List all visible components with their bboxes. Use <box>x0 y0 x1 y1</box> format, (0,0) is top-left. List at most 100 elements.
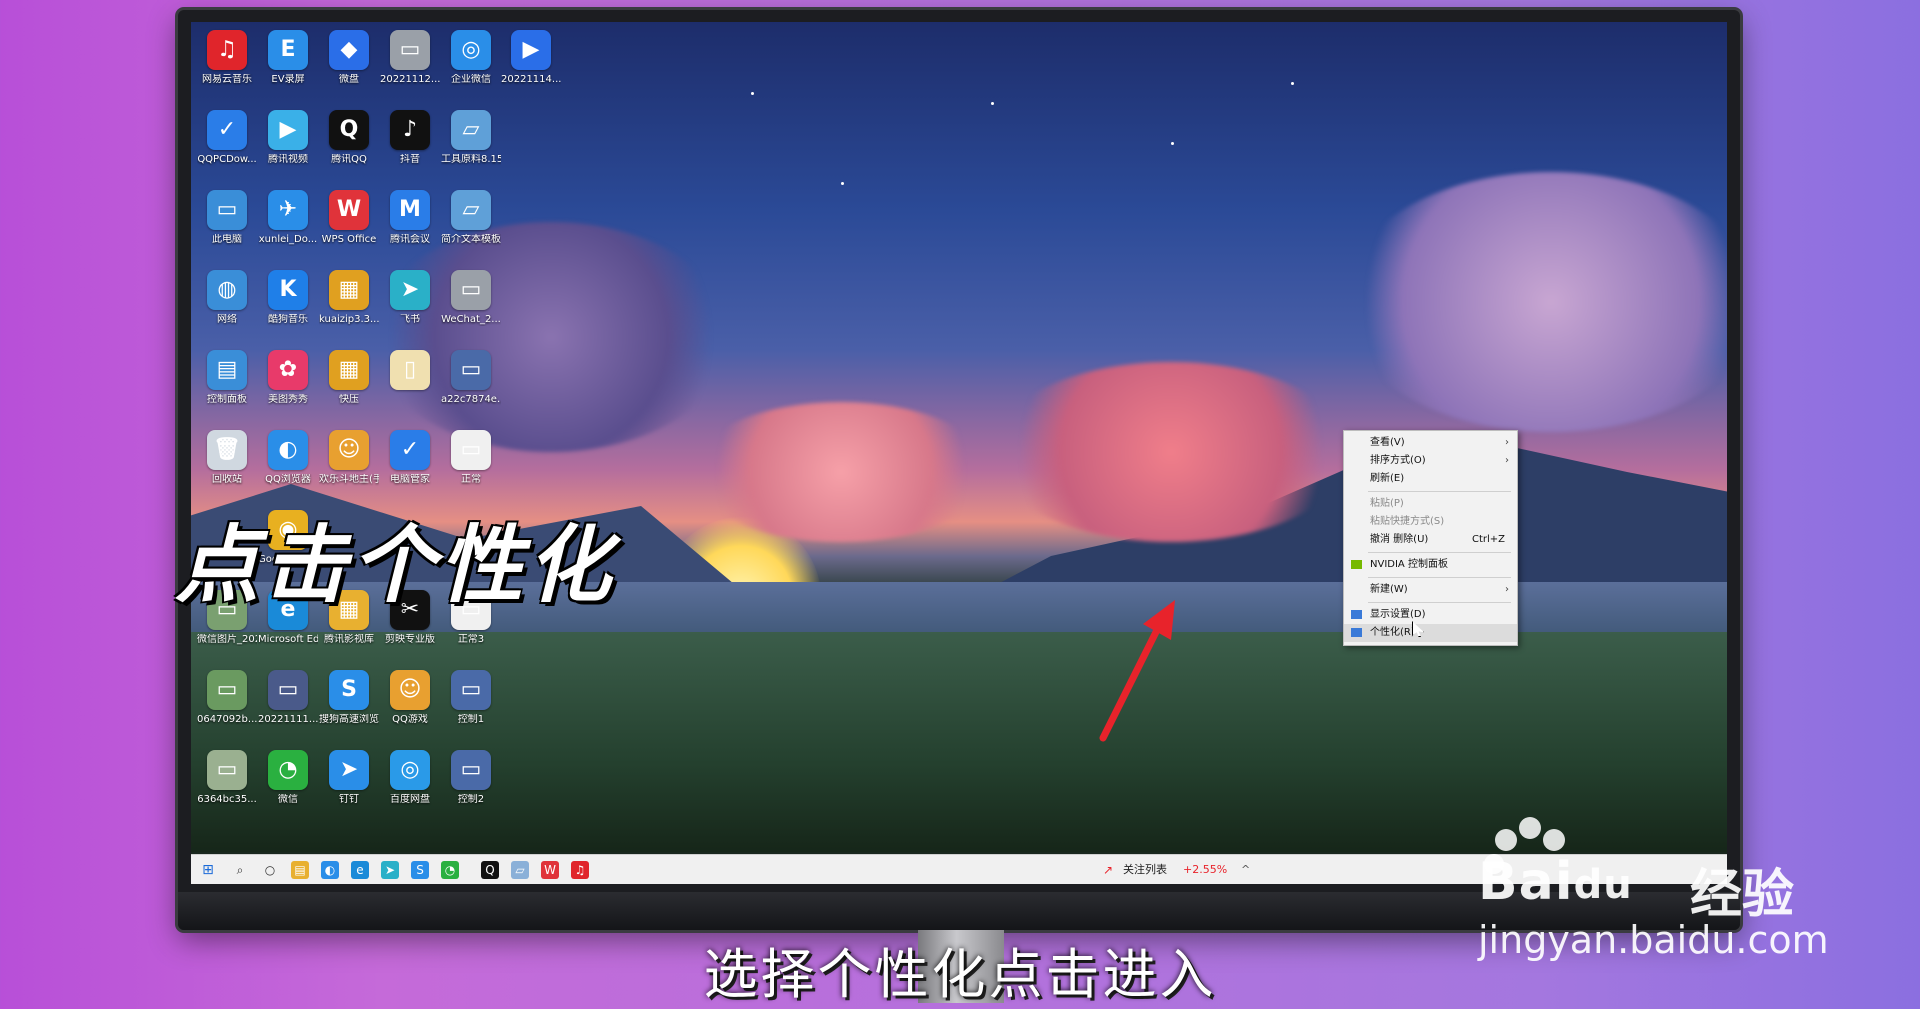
desktop-icon[interactable]: ▦ 快压 <box>319 350 379 406</box>
desktop-icon-label: 腾讯影视库 <box>324 634 374 645</box>
desktop-icon[interactable]: ♫ 网易云音乐 <box>197 30 257 86</box>
desktop-icon[interactable]: ▶ 腾讯视频 <box>258 110 318 166</box>
desktop-icon[interactable]: K 酷狗音乐 <box>258 270 318 326</box>
cortana-icon[interactable]: ○ <box>261 861 279 879</box>
desktop-icon[interactable]: ◔ 微信 <box>258 750 318 806</box>
desktop-screen[interactable]: ♫ 网易云音乐 E EV录屏 ◆ 微盘 ▭ 20221112... ◎ 企业微信 ▶ 20221114… <box>191 22 1727 884</box>
app-icon: ▤ <box>207 350 247 390</box>
menu-item[interactable]: 新建(W) › <box>1344 581 1517 599</box>
desktop-context-menu[interactable]: 查看(V) › 排序方式(O) › 刷新(E) 粘贴(P) 粘贴快捷方式(S) 撤消 删除(U… <box>1343 430 1518 646</box>
desktop-icon-label: Microsoft Edge <box>258 634 318 645</box>
app-icon: ▦ <box>329 270 369 310</box>
menu-item-label: 显示设置(D) <box>1370 609 1426 620</box>
app-icon: ☺ <box>390 670 430 710</box>
desktop-icon[interactable]: 🗑 回收站 <box>197 430 257 486</box>
menu-item[interactable]: 粘贴快捷方式(S) <box>1344 513 1517 531</box>
app-icon: ▭ <box>207 670 247 710</box>
desktop-icon[interactable]: ▭ 控制1 <box>441 670 501 726</box>
desktop-icon[interactable]: ✿ 美图秀秀 <box>258 350 318 406</box>
qq-icon[interactable]: Q <box>481 861 499 879</box>
app-icon: W <box>329 190 369 230</box>
wps-icon[interactable]: W <box>541 861 559 879</box>
menu-item[interactable]: 个性化(R) <box>1344 624 1517 642</box>
menu-item[interactable]: 显示设置(D) <box>1344 606 1517 624</box>
desktop-icon-label: 美图秀秀 <box>268 394 308 405</box>
file-explorer-icon[interactable]: ▤ <box>291 861 309 879</box>
desktop-icon[interactable]: ✓ QQPCDow... <box>197 110 257 166</box>
notepad-icon[interactable]: ▱ <box>511 861 529 879</box>
desktop-icon-label: 腾讯会议 <box>390 234 430 245</box>
desktop-icon[interactable]: ◐ QQ浏览器 <box>258 430 318 486</box>
menu-item[interactable]: 刷新(E) <box>1344 470 1517 488</box>
feishu-icon[interactable]: ➤ <box>381 861 399 879</box>
stock-watchlist-label[interactable]: 关注列表 <box>1123 855 1167 884</box>
desktop-icon[interactable]: Q 腾讯QQ <box>319 110 379 166</box>
desktop-icon[interactable]: W WPS Office <box>319 190 379 246</box>
qq-browser-icon[interactable]: ◐ <box>321 861 339 879</box>
desktop-icon-label: QQPCDow... <box>197 154 257 165</box>
desktop-icon[interactable]: ◎ 企业微信 <box>441 30 501 86</box>
desktop-icon[interactable]: ◍ 网络 <box>197 270 257 326</box>
desktop-icon-label: 简介文本模板 <box>441 234 501 245</box>
desktop-icon[interactable]: ➤ 钉钉 <box>319 750 379 806</box>
desktop-icon[interactable]: ▱ 简介文本模板 <box>441 190 501 246</box>
desktop-icon[interactable]: ▭ 控制2 <box>441 750 501 806</box>
app-icon: ✿ <box>268 350 308 390</box>
desktop-icon-label: xunlei_Do... <box>258 234 318 245</box>
overlay-caption: 点击个性化 <box>175 516 616 614</box>
menu-item[interactable]: 查看(V) › <box>1344 434 1517 452</box>
desktop-icon[interactable]: ☺ 欢乐斗地主(手游电脑版) <box>319 430 379 486</box>
desktop-icon[interactable]: ◎ 百度网盘 <box>380 750 440 806</box>
app-icon: ◎ <box>390 750 430 790</box>
app-icon: ▭ <box>390 30 430 70</box>
edge-icon[interactable]: e <box>351 861 369 879</box>
desktop-icon[interactable]: ▭ 0647092b... <box>197 670 257 726</box>
star <box>1171 142 1174 145</box>
desktop-icon[interactable]: ▦ kuaizip3.3.... <box>319 270 379 326</box>
desktop-icon[interactable]: ◆ 微盘 <box>319 30 379 86</box>
desktop-icon[interactable]: ▱ 工具原料8.15 <box>441 110 501 166</box>
desktop-icon[interactable]: ▭ a22c7874e... <box>441 350 501 406</box>
desktop-icon[interactable]: E EV录屏 <box>258 30 318 86</box>
netease-music-icon[interactable]: ♫ <box>571 861 589 879</box>
desktop-icon-label: 6364bc35... <box>197 794 257 805</box>
desktop-icon[interactable]: ▭ 6364bc35... <box>197 750 257 806</box>
menu-item[interactable]: 撤消 删除(U) Ctrl+Z <box>1344 531 1517 549</box>
desktop-icon[interactable]: ✓ 电脑管家 <box>380 430 440 486</box>
desktop-icon[interactable]: ♪ 抖音 <box>380 110 440 166</box>
desktop-icon[interactable]: ☺ QQ游戏 <box>380 670 440 726</box>
desktop-icon[interactable]: ➤ 飞书 <box>380 270 440 326</box>
desktop-icon[interactable]: ▭ 20221112... <box>380 30 440 86</box>
desktop-icon[interactable]: ▭ 20221111... <box>258 670 318 726</box>
desktop-icon[interactable]: ✈ xunlei_Do... <box>258 190 318 246</box>
display-icon <box>1351 610 1362 619</box>
wechat-icon[interactable]: ◔ <box>441 861 459 879</box>
desktop-icon[interactable]: ▶ 20221114... <box>501 30 561 86</box>
tray-chevron-icon[interactable]: ^ <box>1241 855 1250 884</box>
desktop-icon-label: 网络 <box>217 314 237 325</box>
desktop-icon[interactable]: ▯ <box>380 350 440 394</box>
menu-item-label: 查看(V) <box>1370 437 1405 448</box>
sogou-icon[interactable]: S <box>411 861 429 879</box>
stock-trend-icon[interactable]: ↗ <box>1099 861 1117 879</box>
desktop-icon[interactable]: ▭ 此电脑 <box>197 190 257 246</box>
app-icon: ◍ <box>207 270 247 310</box>
desktop-icon-label: 腾讯QQ <box>331 154 367 165</box>
search-icon[interactable]: ⌕ <box>231 861 249 879</box>
menu-item[interactable]: NVIDIA 控制面板 <box>1344 556 1517 574</box>
desktop-icon-label: 钉钉 <box>339 794 359 805</box>
desktop-icon[interactable]: ▤ 控制面板 <box>197 350 257 406</box>
app-icon: ▭ <box>451 430 491 470</box>
menu-item[interactable]: 粘贴(P) <box>1344 495 1517 513</box>
menu-separator <box>1368 602 1511 603</box>
desktop-icon[interactable]: ▭ WeChat_2... <box>441 270 501 326</box>
desktop-icon-label: 微信图片_2022050... <box>197 634 257 645</box>
desktop-icon[interactable]: ▭ 正常 <box>441 430 501 486</box>
menu-item[interactable]: 排序方式(O) › <box>1344 452 1517 470</box>
desktop-icon-label: 网易云音乐 <box>202 74 252 85</box>
desktop-icon[interactable]: S 搜狗高速浏览器 <box>319 670 379 726</box>
windows-start-icon[interactable]: ⊞ <box>199 861 217 879</box>
app-icon: Q <box>329 110 369 150</box>
desktop-icon[interactable]: M 腾讯会议 <box>380 190 440 246</box>
cloud <box>691 402 991 542</box>
